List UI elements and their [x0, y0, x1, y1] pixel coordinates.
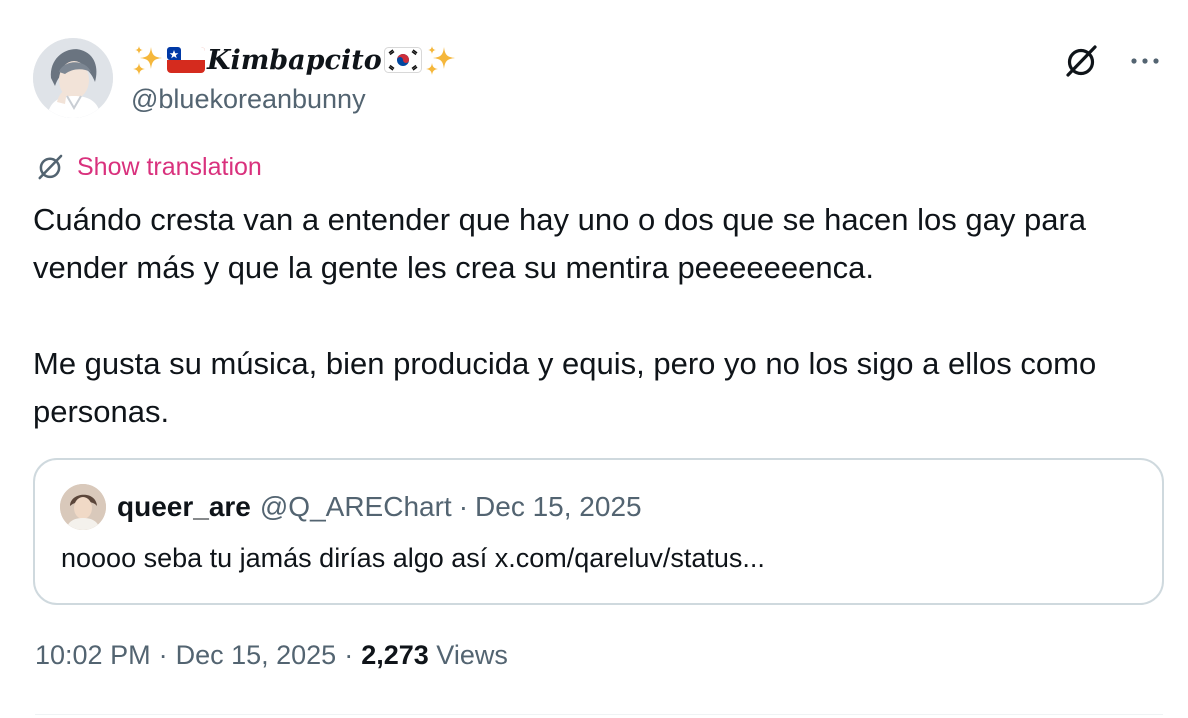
tweet-paragraph-2: Me gusta su música, bien producida y equ…: [33, 346, 1097, 429]
author-avatar[interactable]: [33, 38, 113, 118]
quoted-tweet-header: queer_are @Q_AREChart · Dec 15, 2025: [60, 484, 642, 530]
grok-icon[interactable]: [1062, 42, 1100, 80]
tweet-paragraph-1: Cuándo cresta van a entender que hay uno…: [33, 202, 1087, 285]
chile-flag-icon: [167, 47, 205, 73]
author-display-name[interactable]: Kimbapcito: [131, 38, 458, 82]
more-dots-icon[interactable]: [1130, 56, 1160, 66]
korea-flag-icon: [383, 47, 422, 73]
sparkles-icon: [133, 46, 162, 75]
tweet-actions-top: [1062, 42, 1160, 80]
tweet-card: Kimbapcito @bluekoreanbunny Show transla…: [0, 0, 1188, 718]
translation-row: Show translation: [35, 152, 262, 182]
views-label: Views: [436, 640, 508, 670]
quoted-avatar-person-icon: [60, 484, 106, 530]
quoted-author-name: queer_are: [117, 491, 251, 522]
quoted-separator: ·: [458, 491, 469, 522]
tweet-body: Cuándo cresta van a entender que hay uno…: [33, 196, 1153, 436]
quoted-tweet-text: noooo seba tu jamás dirías algo así x.co…: [61, 543, 765, 573]
author-names: Kimbapcito @bluekoreanbunny: [131, 38, 458, 116]
views-count: 2,273: [361, 640, 429, 670]
tweet-metadata: 10:02 PM · Dec 15, 2025 · 2,273 Views: [35, 640, 508, 671]
quoted-tweet-card[interactable]: queer_are @Q_AREChart · Dec 15, 2025 noo…: [33, 458, 1164, 605]
quoted-avatar: [60, 484, 106, 530]
tweet-date[interactable]: Dec 15, 2025: [176, 640, 337, 670]
sparkles-icon: [425, 46, 455, 75]
meta-separator: ·: [344, 640, 354, 670]
grok-translate-icon: [38, 154, 63, 180]
avatar-person-icon: [33, 38, 113, 118]
tweet-time[interactable]: 10:02 PM: [35, 640, 151, 670]
divider: [35, 714, 1163, 715]
meta-separator: ·: [158, 640, 168, 670]
show-translation-link[interactable]: Show translation: [77, 153, 262, 182]
author-handle[interactable]: @bluekoreanbunny: [131, 82, 458, 116]
quoted-date: Dec 15, 2025: [475, 491, 642, 522]
display-name-text: Kimbapcito: [207, 44, 382, 76]
quoted-author-handle: @Q_AREChart: [259, 491, 452, 522]
